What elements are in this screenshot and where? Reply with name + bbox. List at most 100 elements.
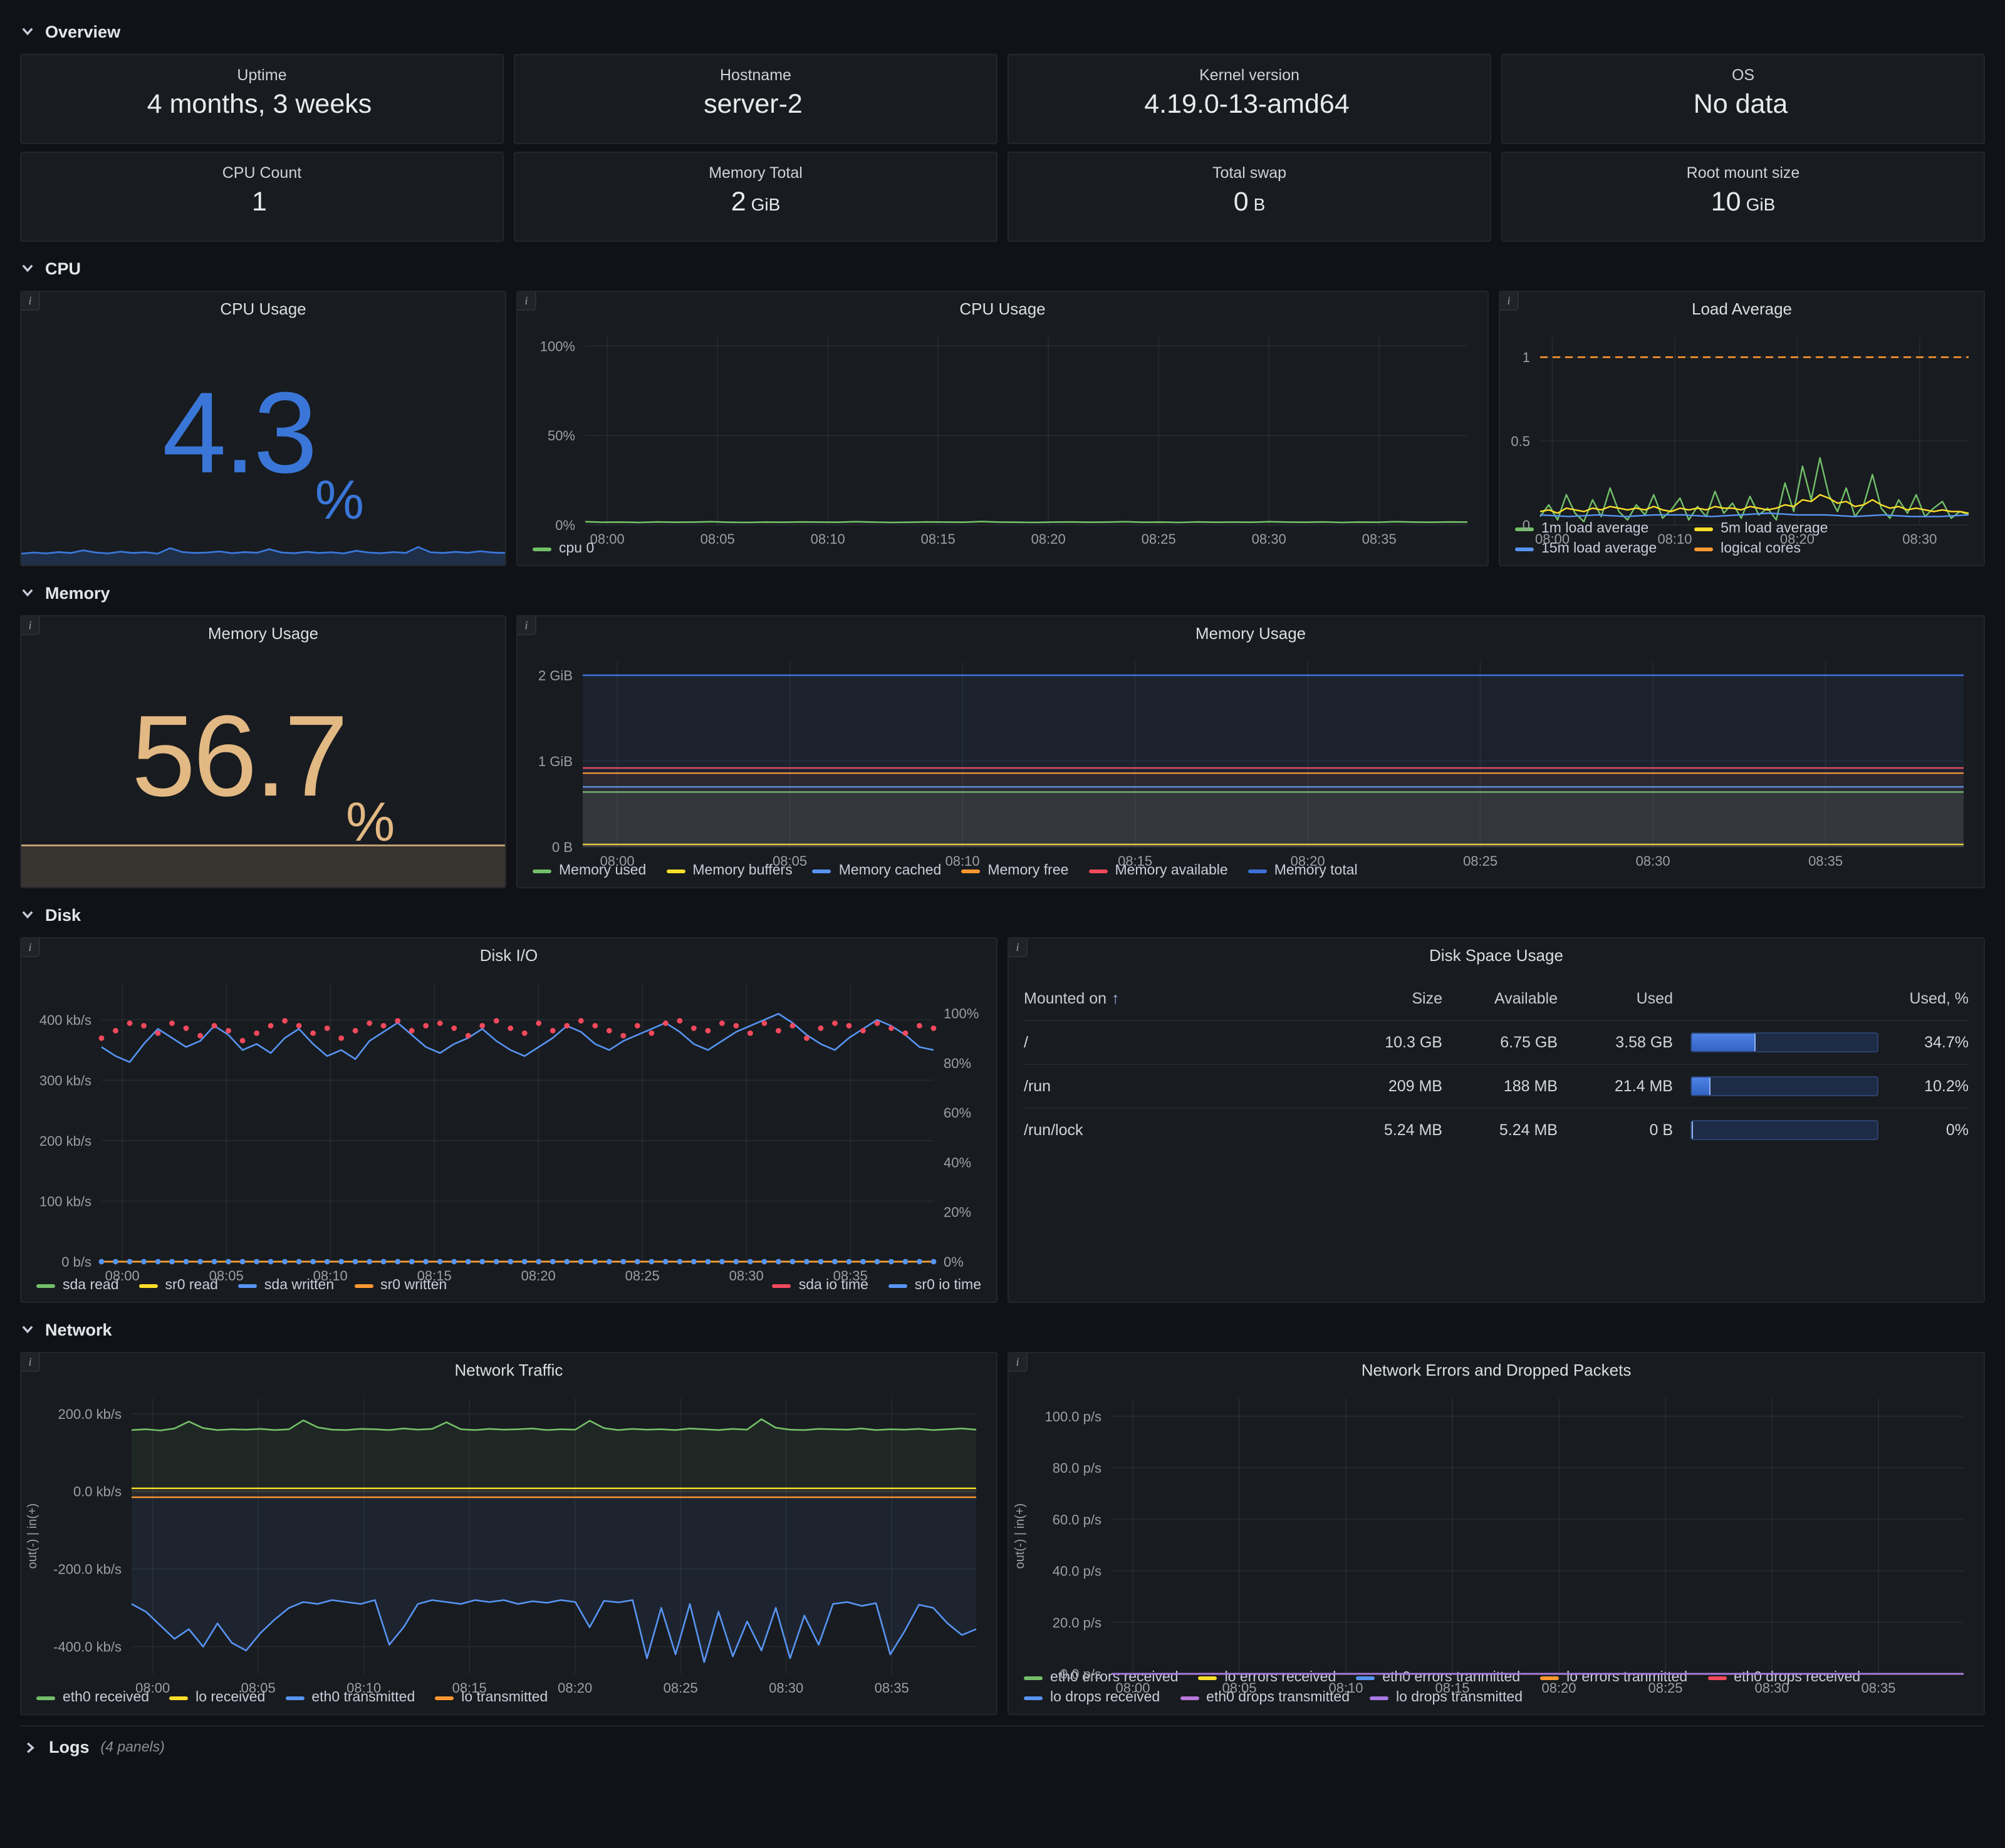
panel-disk-space-usage: i Disk Space Usage Mounted on↑ Size Avai… bbox=[1008, 937, 1985, 1303]
svg-text:08:30: 08:30 bbox=[729, 1268, 764, 1284]
svg-text:1 GiB: 1 GiB bbox=[538, 754, 573, 769]
svg-text:08:25: 08:25 bbox=[1648, 1680, 1682, 1696]
panel-title[interactable]: Memory Usage bbox=[21, 616, 505, 649]
panel-title[interactable]: Memory Usage bbox=[518, 616, 1984, 649]
stat-title: Kernel version bbox=[1199, 66, 1299, 84]
svg-text:400 kb/s: 400 kb/s bbox=[39, 1012, 91, 1028]
svg-text:200.0 kb/s: 200.0 kb/s bbox=[58, 1406, 122, 1422]
row-header-cpu[interactable]: CPU bbox=[20, 252, 1985, 284]
panel-info-icon[interactable]: i bbox=[21, 616, 40, 635]
stat-value: 4.19.0-13-amd64 bbox=[1144, 89, 1350, 120]
svg-text:08:10: 08:10 bbox=[1657, 531, 1692, 547]
svg-text:08:10: 08:10 bbox=[346, 1680, 381, 1696]
panel-info-icon[interactable]: i bbox=[518, 292, 536, 311]
cell-usage-bar bbox=[1673, 1120, 1888, 1140]
chevron-down-icon bbox=[20, 24, 35, 39]
panel-title[interactable]: Network Traffic bbox=[21, 1353, 996, 1386]
panel-info-icon[interactable]: i bbox=[21, 292, 40, 311]
row-header-disk[interactable]: Disk bbox=[20, 898, 1985, 931]
column-header-used-pct[interactable]: Used, % bbox=[1888, 989, 1969, 1007]
panel-title[interactable]: CPU Usage bbox=[518, 292, 1487, 324]
svg-text:08:05: 08:05 bbox=[700, 531, 735, 547]
panel-title[interactable]: Load Average bbox=[1500, 292, 1984, 324]
cell-used: 3.58 GB bbox=[1558, 1034, 1673, 1051]
column-header-mounted-on[interactable]: Mounted on↑ bbox=[1024, 989, 1327, 1007]
svg-text:80.0 p/s: 80.0 p/s bbox=[1053, 1460, 1101, 1476]
svg-text:08:35: 08:35 bbox=[875, 1680, 909, 1696]
svg-text:08:30: 08:30 bbox=[1636, 853, 1670, 869]
column-header-size[interactable]: Size bbox=[1327, 989, 1442, 1007]
panel-cpu-usage-stat: i CPU Usage 4.3% bbox=[20, 291, 506, 566]
cell-size: 209 MB bbox=[1327, 1077, 1442, 1095]
svg-text:100%: 100% bbox=[540, 338, 575, 354]
stat-title: Hostname bbox=[720, 66, 791, 84]
stat-title: Memory Total bbox=[709, 164, 803, 182]
panel-info-icon[interactable]: i bbox=[1009, 1353, 1028, 1372]
panel-title[interactable]: Network Errors and Dropped Packets bbox=[1009, 1353, 1984, 1386]
stat-panel-hostname: Hostname server-2 bbox=[514, 54, 997, 144]
stat-value: 0 bbox=[1234, 187, 1249, 218]
panel-disk-io: i Disk I/O 08:0008:0508:1008:1508:2008:2… bbox=[20, 937, 997, 1303]
svg-text:60.0 p/s: 60.0 p/s bbox=[1053, 1512, 1101, 1527]
svg-text:20.0 p/s: 20.0 p/s bbox=[1053, 1615, 1101, 1631]
panel-title[interactable]: Disk I/O bbox=[21, 938, 996, 971]
stat-value: server-2 bbox=[704, 89, 803, 120]
svg-text:08:00: 08:00 bbox=[1115, 1680, 1150, 1696]
panel-title[interactable]: Disk Space Usage bbox=[1009, 938, 1984, 971]
load-average-chart: 08:0008:1008:2008:3000.51 bbox=[1500, 324, 1984, 517]
table-row: /run/lock5.24 MB5.24 MB0 B0% bbox=[1024, 1108, 1969, 1151]
row-header-network[interactable]: Network bbox=[20, 1313, 1985, 1346]
svg-text:08:00: 08:00 bbox=[1535, 531, 1570, 547]
column-header-available[interactable]: Available bbox=[1442, 989, 1558, 1007]
stat-panel-total-swap: Total swap 0B bbox=[1008, 152, 1491, 242]
svg-text:0%: 0% bbox=[555, 517, 575, 533]
cpu-usage-chart: 08:0008:0508:1008:1508:2008:2508:3008:35… bbox=[518, 324, 1487, 537]
svg-text:08:30: 08:30 bbox=[1252, 531, 1286, 547]
row-header-logs[interactable]: Logs (4 panels) bbox=[20, 1725, 1985, 1757]
stat-value: 2 bbox=[731, 187, 746, 218]
svg-text:08:20: 08:20 bbox=[521, 1268, 556, 1284]
disk-space-table: Mounted on↑ Size Available Used Used, % … bbox=[1009, 971, 1984, 1302]
row-header-memory[interactable]: Memory bbox=[20, 576, 1985, 609]
svg-text:0 b/s: 0 b/s bbox=[61, 1254, 91, 1270]
cell-used: 0 B bbox=[1558, 1121, 1673, 1139]
grafana-dashboard: Overview Uptime 4 months, 3 weeks Hostna… bbox=[0, 0, 2005, 1848]
svg-text:08:30: 08:30 bbox=[1754, 1680, 1789, 1696]
memory-usage-chart: 08:0008:0508:1008:1508:2008:2508:3008:35… bbox=[518, 649, 1984, 859]
panel-info-icon[interactable]: i bbox=[1009, 938, 1028, 957]
svg-text:0.5: 0.5 bbox=[1511, 433, 1530, 449]
panel-info-icon[interactable]: i bbox=[1500, 292, 1519, 311]
panel-network-traffic: i Network Traffic 08:0008:0508:1008:1508… bbox=[20, 1352, 997, 1715]
section-title: Disk bbox=[45, 905, 81, 924]
panel-info-icon[interactable]: i bbox=[518, 616, 536, 635]
stat-title: OS bbox=[1732, 66, 1754, 84]
bar-gauge-fill bbox=[1692, 1077, 1711, 1095]
stat-value: 4 months, 3 weeks bbox=[147, 89, 372, 120]
stat-title: Total swap bbox=[1212, 164, 1286, 182]
row-header-overview[interactable]: Overview bbox=[20, 15, 1985, 48]
svg-text:08:25: 08:25 bbox=[1463, 853, 1497, 869]
svg-text:0.0 p/s: 0.0 p/s bbox=[1060, 1666, 1101, 1682]
sort-ascending-icon: ↑ bbox=[1112, 989, 1120, 1007]
svg-text:out(-) | in(+): out(-) | in(+) bbox=[26, 1503, 39, 1569]
svg-text:08:05: 08:05 bbox=[209, 1268, 244, 1284]
panel-info-icon[interactable]: i bbox=[21, 1353, 40, 1372]
svg-text:100 kb/s: 100 kb/s bbox=[39, 1193, 91, 1209]
svg-text:-200.0 kb/s: -200.0 kb/s bbox=[53, 1562, 122, 1577]
svg-text:08:35: 08:35 bbox=[1362, 531, 1397, 547]
cpu-sparkline bbox=[21, 532, 505, 565]
svg-text:1: 1 bbox=[1523, 350, 1530, 365]
column-header-used[interactable]: Used bbox=[1558, 989, 1673, 1007]
stat-value: 10 bbox=[1711, 187, 1741, 218]
cell-mounted-on: /run bbox=[1024, 1077, 1327, 1095]
cell-available: 6.75 GB bbox=[1442, 1034, 1558, 1051]
stat-title: Uptime bbox=[237, 66, 286, 84]
stat-big-value: 4.3% bbox=[21, 324, 505, 565]
panel-title[interactable]: CPU Usage bbox=[21, 292, 505, 324]
svg-text:08:00: 08:00 bbox=[105, 1268, 140, 1284]
stat-panel-cpu-count: CPU Count 1 bbox=[20, 152, 504, 242]
panel-info-icon[interactable]: i bbox=[21, 938, 40, 957]
bar-gauge-track bbox=[1690, 1076, 1878, 1096]
svg-text:100%: 100% bbox=[944, 1006, 979, 1022]
panel-cpu-usage-graph: i CPU Usage 08:0008:0508:1008:1508:2008:… bbox=[516, 291, 1489, 566]
